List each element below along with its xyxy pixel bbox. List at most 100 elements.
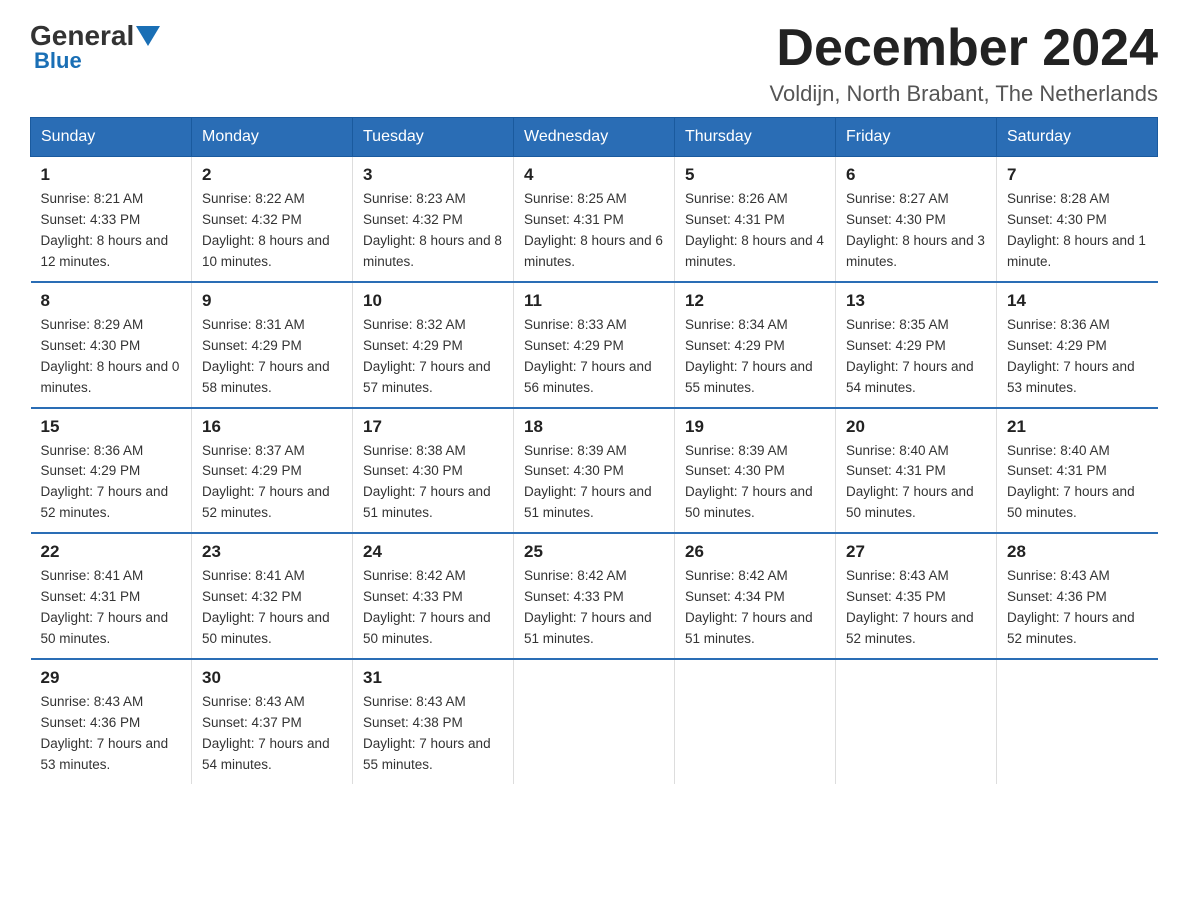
day-info: Sunrise: 8:43 AMSunset: 4:36 PMDaylight:… [41, 692, 182, 776]
day-number: 9 [202, 291, 342, 311]
day-number: 15 [41, 417, 182, 437]
day-info: Sunrise: 8:42 AMSunset: 4:33 PMDaylight:… [363, 566, 503, 650]
calendar-header-row: SundayMondayTuesdayWednesdayThursdayFrid… [31, 118, 1158, 157]
day-number: 6 [846, 165, 986, 185]
calendar-cell: 6 Sunrise: 8:27 AMSunset: 4:30 PMDayligh… [836, 157, 997, 282]
header-wednesday: Wednesday [514, 118, 675, 157]
day-number: 4 [524, 165, 664, 185]
header-tuesday: Tuesday [353, 118, 514, 157]
calendar-cell: 25 Sunrise: 8:42 AMSunset: 4:33 PMDaylig… [514, 533, 675, 659]
day-info: Sunrise: 8:41 AMSunset: 4:31 PMDaylight:… [41, 566, 182, 650]
header-saturday: Saturday [997, 118, 1158, 157]
title-block: December 2024 Voldijn, North Brabant, Th… [770, 20, 1159, 107]
day-info: Sunrise: 8:33 AMSunset: 4:29 PMDaylight:… [524, 315, 664, 399]
day-info: Sunrise: 8:29 AMSunset: 4:30 PMDaylight:… [41, 315, 182, 399]
calendar-cell: 22 Sunrise: 8:41 AMSunset: 4:31 PMDaylig… [31, 533, 192, 659]
calendar-cell: 5 Sunrise: 8:26 AMSunset: 4:31 PMDayligh… [675, 157, 836, 282]
calendar-cell: 12 Sunrise: 8:34 AMSunset: 4:29 PMDaylig… [675, 282, 836, 408]
day-info: Sunrise: 8:22 AMSunset: 4:32 PMDaylight:… [202, 189, 342, 273]
day-number: 26 [685, 542, 825, 562]
day-number: 17 [363, 417, 503, 437]
calendar-cell: 21 Sunrise: 8:40 AMSunset: 4:31 PMDaylig… [997, 408, 1158, 534]
day-info: Sunrise: 8:37 AMSunset: 4:29 PMDaylight:… [202, 441, 342, 525]
calendar-cell [675, 659, 836, 784]
calendar-week-row: 8 Sunrise: 8:29 AMSunset: 4:30 PMDayligh… [31, 282, 1158, 408]
header-sunday: Sunday [31, 118, 192, 157]
day-number: 22 [41, 542, 182, 562]
calendar-cell [997, 659, 1158, 784]
calendar-cell: 4 Sunrise: 8:25 AMSunset: 4:31 PMDayligh… [514, 157, 675, 282]
day-info: Sunrise: 8:23 AMSunset: 4:32 PMDaylight:… [363, 189, 503, 273]
day-info: Sunrise: 8:25 AMSunset: 4:31 PMDaylight:… [524, 189, 664, 273]
calendar-cell: 18 Sunrise: 8:39 AMSunset: 4:30 PMDaylig… [514, 408, 675, 534]
day-number: 3 [363, 165, 503, 185]
logo: General Blue [30, 20, 162, 74]
header-monday: Monday [192, 118, 353, 157]
calendar-cell: 7 Sunrise: 8:28 AMSunset: 4:30 PMDayligh… [997, 157, 1158, 282]
day-number: 7 [1007, 165, 1148, 185]
day-number: 29 [41, 668, 182, 688]
day-number: 8 [41, 291, 182, 311]
calendar-cell: 13 Sunrise: 8:35 AMSunset: 4:29 PMDaylig… [836, 282, 997, 408]
day-info: Sunrise: 8:42 AMSunset: 4:34 PMDaylight:… [685, 566, 825, 650]
calendar-cell: 17 Sunrise: 8:38 AMSunset: 4:30 PMDaylig… [353, 408, 514, 534]
calendar-cell: 8 Sunrise: 8:29 AMSunset: 4:30 PMDayligh… [31, 282, 192, 408]
day-number: 16 [202, 417, 342, 437]
day-info: Sunrise: 8:27 AMSunset: 4:30 PMDaylight:… [846, 189, 986, 273]
page-title: December 2024 [770, 20, 1159, 77]
day-number: 14 [1007, 291, 1148, 311]
day-number: 27 [846, 542, 986, 562]
calendar-cell: 31 Sunrise: 8:43 AMSunset: 4:38 PMDaylig… [353, 659, 514, 784]
day-info: Sunrise: 8:38 AMSunset: 4:30 PMDaylight:… [363, 441, 503, 525]
logo-triangle-icon [136, 26, 160, 46]
calendar-week-row: 15 Sunrise: 8:36 AMSunset: 4:29 PMDaylig… [31, 408, 1158, 534]
day-info: Sunrise: 8:26 AMSunset: 4:31 PMDaylight:… [685, 189, 825, 273]
location-subtitle: Voldijn, North Brabant, The Netherlands [770, 81, 1159, 107]
calendar-cell [836, 659, 997, 784]
day-info: Sunrise: 8:39 AMSunset: 4:30 PMDaylight:… [524, 441, 664, 525]
day-number: 2 [202, 165, 342, 185]
day-info: Sunrise: 8:40 AMSunset: 4:31 PMDaylight:… [1007, 441, 1148, 525]
day-number: 21 [1007, 417, 1148, 437]
day-info: Sunrise: 8:36 AMSunset: 4:29 PMDaylight:… [41, 441, 182, 525]
calendar-cell: 20 Sunrise: 8:40 AMSunset: 4:31 PMDaylig… [836, 408, 997, 534]
day-info: Sunrise: 8:36 AMSunset: 4:29 PMDaylight:… [1007, 315, 1148, 399]
day-info: Sunrise: 8:40 AMSunset: 4:31 PMDaylight:… [846, 441, 986, 525]
calendar-cell: 10 Sunrise: 8:32 AMSunset: 4:29 PMDaylig… [353, 282, 514, 408]
day-number: 24 [363, 542, 503, 562]
calendar-cell: 3 Sunrise: 8:23 AMSunset: 4:32 PMDayligh… [353, 157, 514, 282]
day-info: Sunrise: 8:42 AMSunset: 4:33 PMDaylight:… [524, 566, 664, 650]
calendar-cell: 14 Sunrise: 8:36 AMSunset: 4:29 PMDaylig… [997, 282, 1158, 408]
day-info: Sunrise: 8:31 AMSunset: 4:29 PMDaylight:… [202, 315, 342, 399]
day-number: 25 [524, 542, 664, 562]
day-info: Sunrise: 8:43 AMSunset: 4:35 PMDaylight:… [846, 566, 986, 650]
day-info: Sunrise: 8:39 AMSunset: 4:30 PMDaylight:… [685, 441, 825, 525]
day-info: Sunrise: 8:35 AMSunset: 4:29 PMDaylight:… [846, 315, 986, 399]
calendar-cell: 16 Sunrise: 8:37 AMSunset: 4:29 PMDaylig… [192, 408, 353, 534]
calendar-cell: 2 Sunrise: 8:22 AMSunset: 4:32 PMDayligh… [192, 157, 353, 282]
calendar-week-row: 22 Sunrise: 8:41 AMSunset: 4:31 PMDaylig… [31, 533, 1158, 659]
day-number: 18 [524, 417, 664, 437]
header-thursday: Thursday [675, 118, 836, 157]
day-number: 12 [685, 291, 825, 311]
day-info: Sunrise: 8:21 AMSunset: 4:33 PMDaylight:… [41, 189, 182, 273]
page-header: General Blue December 2024 Voldijn, Nort… [30, 20, 1158, 107]
day-info: Sunrise: 8:43 AMSunset: 4:38 PMDaylight:… [363, 692, 503, 776]
day-number: 10 [363, 291, 503, 311]
calendar-cell: 19 Sunrise: 8:39 AMSunset: 4:30 PMDaylig… [675, 408, 836, 534]
calendar-cell: 27 Sunrise: 8:43 AMSunset: 4:35 PMDaylig… [836, 533, 997, 659]
calendar-cell: 23 Sunrise: 8:41 AMSunset: 4:32 PMDaylig… [192, 533, 353, 659]
day-number: 5 [685, 165, 825, 185]
calendar-cell: 9 Sunrise: 8:31 AMSunset: 4:29 PMDayligh… [192, 282, 353, 408]
day-info: Sunrise: 8:34 AMSunset: 4:29 PMDaylight:… [685, 315, 825, 399]
day-number: 30 [202, 668, 342, 688]
day-number: 11 [524, 291, 664, 311]
day-number: 13 [846, 291, 986, 311]
day-number: 20 [846, 417, 986, 437]
calendar-cell: 1 Sunrise: 8:21 AMSunset: 4:33 PMDayligh… [31, 157, 192, 282]
calendar-week-row: 1 Sunrise: 8:21 AMSunset: 4:33 PMDayligh… [31, 157, 1158, 282]
calendar-cell: 24 Sunrise: 8:42 AMSunset: 4:33 PMDaylig… [353, 533, 514, 659]
logo-blue-text: Blue [30, 48, 82, 74]
calendar-cell: 30 Sunrise: 8:43 AMSunset: 4:37 PMDaylig… [192, 659, 353, 784]
header-friday: Friday [836, 118, 997, 157]
